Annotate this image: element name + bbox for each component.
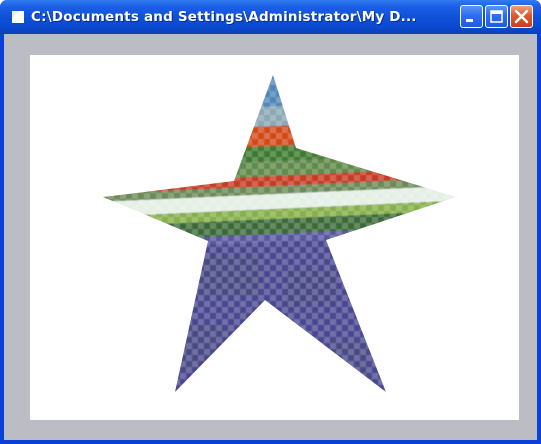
document-icon[interactable] <box>10 9 26 25</box>
image-canvas <box>30 55 519 420</box>
window-title: C:\Documents and Settings\Administrator\… <box>31 9 417 25</box>
close-button[interactable] <box>510 5 533 28</box>
minimize-icon <box>466 19 473 22</box>
close-icon <box>514 9 529 24</box>
app-window: C:\Documents and Settings\Administrator\… <box>0 0 541 444</box>
star-image <box>103 75 456 392</box>
minimize-button[interactable] <box>460 5 483 28</box>
maximize-icon <box>490 10 503 23</box>
title-bar[interactable]: C:\Documents and Settings\Administrator\… <box>0 0 541 34</box>
maximize-button[interactable] <box>485 5 508 28</box>
